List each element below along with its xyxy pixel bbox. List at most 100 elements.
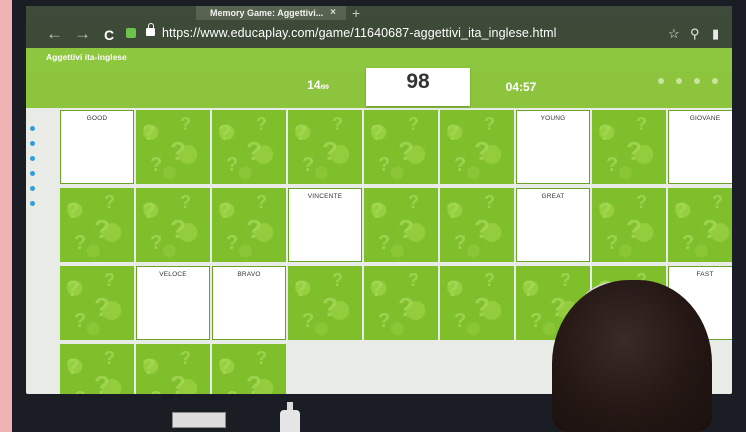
matches-count: 14: [307, 78, 321, 92]
card-revealed[interactable]: GIOVANE: [668, 110, 732, 184]
extension-icon[interactable]: [126, 28, 136, 38]
card-hidden[interactable]: ????: [60, 188, 134, 262]
person-head: [552, 280, 712, 432]
card-hidden[interactable]: ????: [60, 266, 134, 340]
question-mark-icon: ?: [454, 232, 467, 254]
card-hidden[interactable]: ????: [592, 110, 666, 184]
time-value: 04:57: [505, 80, 537, 94]
card-hidden[interactable]: ????: [668, 188, 732, 262]
question-mark-icon: ?: [712, 192, 723, 212]
card-word: VELOCE: [159, 271, 187, 278]
score-value: 98: [406, 70, 430, 93]
forward-arrow-icon[interactable]: →: [74, 24, 91, 44]
card-word: GREAT: [541, 193, 565, 200]
question-mark-icon: ?: [408, 114, 419, 134]
question-mark-icon: ?: [94, 214, 110, 244]
card-word: VINCENTE: [307, 193, 343, 200]
question-mark-icon: ?: [378, 232, 391, 254]
card-hidden[interactable]: ????: [136, 110, 210, 184]
card-word: YOUNG: [540, 115, 566, 122]
question-mark-icon: ?: [446, 276, 460, 301]
card-hidden[interactable]: ????: [364, 188, 438, 262]
question-mark-icon: ?: [256, 348, 267, 368]
question-mark-icon: ?: [398, 292, 414, 322]
question-mark-icon: ?: [626, 214, 642, 244]
question-mark-icon: ?: [322, 292, 338, 322]
question-mark-icon: ?: [256, 192, 267, 212]
card-hidden[interactable]: ????: [440, 266, 514, 340]
page-title: Aggettivi ita-inglese: [46, 52, 127, 62]
game-stats: 14/99 98 04:57: [26, 68, 732, 108]
card-revealed[interactable]: GREAT: [516, 188, 590, 262]
question-mark-icon: ?: [474, 292, 490, 322]
question-mark-icon: ?: [294, 120, 308, 145]
question-mark-icon: ?: [142, 120, 156, 145]
card-hidden[interactable]: ????: [212, 110, 286, 184]
question-mark-icon: ?: [104, 192, 115, 212]
card-hidden[interactable]: ????: [440, 188, 514, 262]
question-mark-icon: ?: [446, 120, 460, 145]
question-mark-icon: ?: [484, 114, 495, 134]
question-mark-icon: ?: [66, 276, 80, 301]
card-hidden[interactable]: ????: [136, 188, 210, 262]
fullscreen-icon[interactable]: [712, 78, 718, 84]
card-hidden[interactable]: ????: [288, 266, 362, 340]
question-mark-icon: ?: [150, 232, 163, 254]
close-icon[interactable]: ×: [330, 6, 336, 20]
reload-icon[interactable]: C: [104, 25, 114, 45]
question-mark-icon: ?: [170, 370, 186, 394]
card-hidden[interactable]: ????: [364, 266, 438, 340]
card-revealed[interactable]: VELOCE: [136, 266, 210, 340]
question-mark-icon: ?: [294, 276, 308, 301]
question-mark-icon: ?: [398, 136, 414, 166]
question-mark-icon: ?: [226, 232, 239, 254]
question-mark-icon: ?: [74, 310, 87, 332]
question-mark-icon: ?: [674, 198, 688, 223]
side-indicators-left: [30, 126, 36, 216]
soap-bottle: [280, 402, 300, 432]
star-icon[interactable]: ☆: [668, 26, 680, 42]
card-hidden[interactable]: ????: [364, 110, 438, 184]
tab-memory-game[interactable]: Memory Game: Aggettivi... ×: [196, 6, 346, 20]
card-revealed[interactable]: BRAVO: [212, 266, 286, 340]
card-hidden[interactable]: ????: [592, 188, 666, 262]
card-hidden[interactable]: ????: [212, 188, 286, 262]
question-mark-icon: ?: [104, 348, 115, 368]
question-mark-icon: ?: [606, 232, 619, 254]
card-word: BRAVO: [237, 271, 261, 278]
restart-icon[interactable]: [676, 78, 682, 84]
card-hidden[interactable]: ????: [440, 110, 514, 184]
new-tab-icon[interactable]: +: [352, 6, 360, 20]
question-mark-icon: ?: [94, 370, 110, 394]
bookmark-icon[interactable]: ▮: [712, 26, 719, 42]
question-mark-icon: ?: [636, 114, 647, 134]
question-mark-icon: ?: [484, 192, 495, 212]
card-hidden[interactable]: ????: [136, 344, 210, 394]
card-hidden[interactable]: ????: [60, 344, 134, 394]
question-mark-icon: ?: [180, 114, 191, 134]
card-hidden[interactable]: ????: [212, 344, 286, 394]
question-mark-icon: ?: [454, 154, 467, 176]
card-word: GIOVANE: [689, 115, 721, 122]
card-revealed[interactable]: YOUNG: [516, 110, 590, 184]
question-mark-icon: ?: [170, 136, 186, 166]
question-mark-icon: ?: [142, 354, 156, 379]
question-mark-icon: ?: [606, 154, 619, 176]
question-mark-icon: ?: [104, 270, 115, 290]
back-arrow-icon[interactable]: ←: [46, 24, 63, 44]
question-mark-icon: ?: [218, 120, 232, 145]
card-revealed[interactable]: VINCENTE: [288, 188, 362, 262]
info-icon[interactable]: [658, 78, 664, 84]
question-mark-icon: ?: [378, 310, 391, 332]
question-mark-icon: ?: [626, 136, 642, 166]
question-mark-icon: ?: [226, 388, 238, 394]
question-mark-icon: ?: [180, 348, 191, 368]
card-revealed[interactable]: GOOD: [60, 110, 134, 184]
question-mark-icon: ?: [370, 120, 384, 145]
url-field[interactable]: https://www.educaplay.com/game/11640687-…: [162, 26, 557, 40]
lock-icon: [146, 23, 155, 36]
card-hidden[interactable]: ????: [288, 110, 362, 184]
search-icon[interactable]: ⚲: [690, 26, 700, 42]
settings-icon[interactable]: [694, 78, 700, 84]
question-mark-icon: ?: [332, 270, 343, 290]
